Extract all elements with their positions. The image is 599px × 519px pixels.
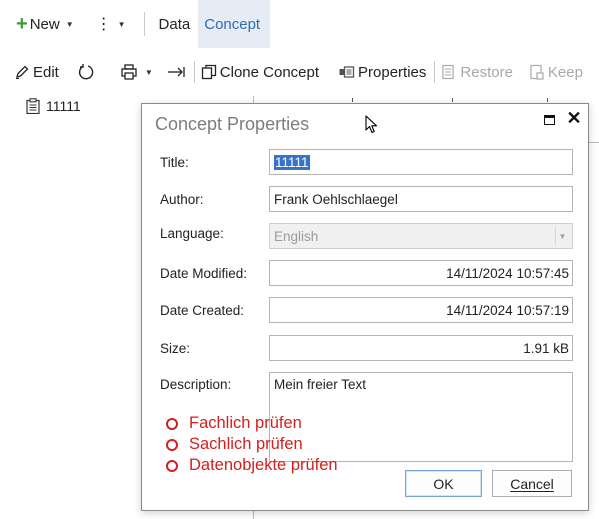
size-field[interactable]: 1.91 kB bbox=[269, 335, 573, 361]
arrow-right-bar-icon bbox=[167, 65, 185, 79]
refresh-button[interactable] bbox=[73, 56, 102, 88]
menu-separator bbox=[143, 12, 145, 36]
plus-icon: + bbox=[16, 13, 28, 35]
chevron-down-icon: ▼ bbox=[144, 67, 153, 77]
ok-button[interactable]: OK bbox=[405, 470, 482, 497]
annotation-text: Fachlich prüfen bbox=[189, 414, 302, 432]
date-modified-field[interactable]: 14/11/2024 10:57:45 bbox=[269, 260, 573, 286]
maximize-button[interactable] bbox=[542, 113, 556, 127]
description-textarea[interactable]: Mein freier Text bbox=[269, 372, 573, 462]
grid-tick bbox=[352, 98, 353, 102]
description-label: Description: bbox=[160, 377, 232, 392]
date-created-value: 14/11/2024 10:57:19 bbox=[446, 302, 569, 318]
new-button-label: New bbox=[29, 15, 60, 33]
refresh-icon bbox=[77, 63, 95, 81]
properties-label: Properties bbox=[358, 63, 427, 81]
circle-icon bbox=[166, 417, 178, 430]
date-modified-label: Date Modified: bbox=[160, 266, 248, 281]
expand-button[interactable] bbox=[163, 56, 192, 88]
date-created-label: Date Created: bbox=[160, 303, 245, 318]
dialog-title: Concept Properties bbox=[155, 114, 310, 134]
keep-icon bbox=[529, 64, 545, 80]
language-select[interactable]: English ▼ bbox=[269, 223, 573, 249]
date-modified-value: 14/11/2024 10:57:45 bbox=[446, 265, 569, 281]
clone-concept-label: Clone Concept bbox=[219, 63, 320, 81]
menu-bar: + New ▼ ⋮ ▼ Data Concept bbox=[0, 0, 599, 48]
mouse-cursor-icon bbox=[365, 115, 379, 138]
title-value: 11111 bbox=[274, 154, 310, 170]
grid-divider bbox=[588, 142, 599, 143]
chevron-down-icon: ▼ bbox=[117, 19, 126, 29]
more-options-button[interactable]: ⋮ ▼ bbox=[96, 8, 126, 40]
language-value: English bbox=[274, 228, 319, 244]
date-created-field[interactable]: 14/11/2024 10:57:19 bbox=[269, 297, 573, 323]
annotation-item: Datenobjekte prüfen bbox=[166, 456, 338, 475]
title-label: Title: bbox=[160, 155, 189, 170]
title-input[interactable]: 11111 bbox=[269, 149, 573, 175]
close-icon: ✕ bbox=[566, 108, 582, 128]
concept-properties-dialog: Concept Properties ✕ Title: 11111 Author… bbox=[141, 103, 589, 511]
edit-button-label: Edit bbox=[33, 63, 59, 81]
size-value: 1.91 kB bbox=[523, 340, 569, 356]
language-label: Language: bbox=[160, 226, 224, 241]
tab-concept[interactable]: Concept bbox=[198, 0, 271, 48]
tree-item-label: 11111 bbox=[46, 98, 81, 114]
restore-icon bbox=[441, 64, 457, 80]
author-value: Frank Oehlschlaegel bbox=[274, 191, 398, 207]
pencil-icon bbox=[14, 64, 30, 80]
annotation-text: Datenobjekte prüfen bbox=[189, 456, 338, 474]
toolbar-separator bbox=[434, 61, 436, 83]
cancel-button-label: Cancel bbox=[510, 475, 554, 492]
annotation-item: Fachlich prüfen bbox=[166, 414, 302, 433]
grid-tick bbox=[452, 98, 453, 102]
toolbar-separator bbox=[193, 61, 195, 83]
chevron-down-icon: ▼ bbox=[555, 227, 569, 245]
clone-concept-button[interactable]: Clone Concept bbox=[197, 56, 323, 88]
maximize-icon bbox=[543, 115, 555, 125]
toolbar: Edit ▼ Clone Concept Properties Restore bbox=[0, 54, 599, 90]
tree-item-concept[interactable]: 11111 bbox=[26, 98, 81, 114]
clone-icon bbox=[201, 64, 217, 80]
author-input[interactable]: Frank Oehlschlaegel bbox=[269, 186, 573, 212]
keep-label: Keep bbox=[547, 63, 583, 81]
tab-data[interactable]: Data bbox=[153, 0, 197, 48]
cancel-button[interactable]: Cancel bbox=[492, 470, 572, 497]
printer-icon bbox=[120, 63, 138, 81]
edit-button[interactable]: Edit bbox=[10, 56, 63, 88]
print-button[interactable]: ▼ bbox=[116, 56, 157, 88]
properties-icon bbox=[339, 65, 355, 79]
new-button[interactable]: + New ▼ bbox=[12, 8, 78, 40]
keep-button[interactable]: Keep bbox=[525, 56, 587, 88]
close-button[interactable]: ✕ bbox=[566, 108, 582, 128]
circle-icon bbox=[166, 438, 178, 451]
properties-button[interactable]: Properties bbox=[335, 56, 430, 88]
circle-icon bbox=[166, 459, 178, 472]
annotation-text: Sachlich prüfen bbox=[189, 435, 303, 453]
description-value: Mein freier Text bbox=[274, 377, 367, 392]
chevron-down-icon: ▼ bbox=[65, 19, 74, 29]
author-label: Author: bbox=[160, 192, 204, 207]
grid-tick bbox=[547, 98, 548, 102]
size-label: Size: bbox=[160, 341, 191, 356]
annotation-item: Sachlich prüfen bbox=[166, 435, 303, 454]
restore-button[interactable]: Restore bbox=[437, 56, 517, 88]
vertical-dots-icon: ⋮ bbox=[95, 16, 112, 33]
restore-label: Restore bbox=[460, 63, 513, 81]
clipboard-icon bbox=[26, 98, 40, 114]
